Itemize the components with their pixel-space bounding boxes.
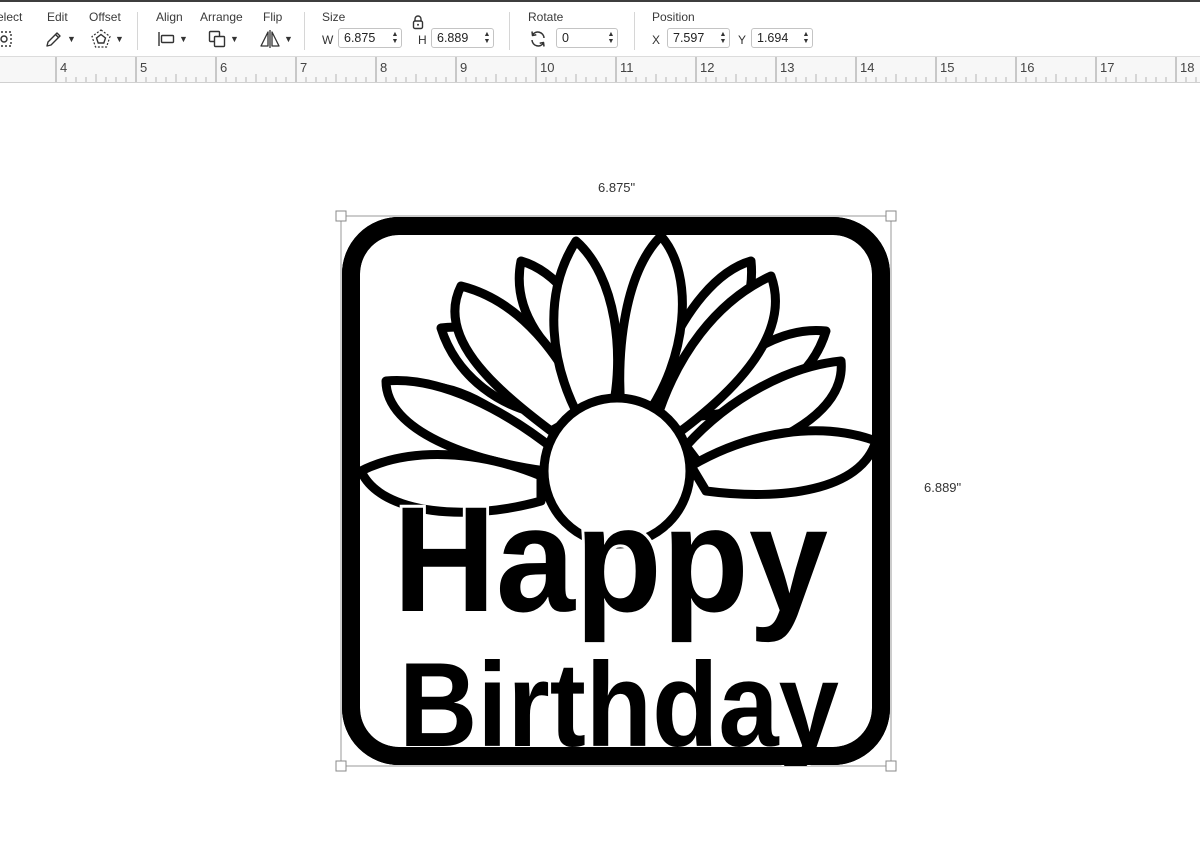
design-text-birthday: Birthday — [399, 638, 839, 766]
select-icon — [0, 28, 16, 50]
width-field[interactable]: ▲▼ — [338, 28, 402, 48]
x-stepper[interactable]: ▲ ▼ — [717, 29, 729, 47]
y-label: Y — [738, 33, 747, 47]
y-stepper[interactable]: ▲ ▼ — [800, 29, 812, 47]
toolbar-divider — [509, 12, 510, 50]
arrange-label: Arrange — [200, 10, 243, 24]
chevron-down-icon: ▼ — [284, 34, 293, 44]
top-toolbar: elect Edit ▼ Offset ▼ Align ▼ Arrange ▼ … — [0, 0, 1200, 57]
birthday-card-design[interactable]: Happy Birthday — [341, 216, 891, 766]
ruler-label: 11 — [620, 60, 634, 75]
position-label: Position — [652, 10, 695, 24]
rotate-stepper[interactable]: ▲ ▼ — [605, 29, 617, 47]
x-input[interactable] — [668, 29, 717, 47]
pencil-icon — [44, 29, 64, 49]
y-input[interactable] — [752, 29, 800, 47]
ruler-label: 5 — [140, 60, 147, 75]
rotate-label: Rotate — [528, 10, 564, 24]
select-button[interactable] — [0, 28, 16, 50]
rotate-button[interactable] — [528, 28, 548, 50]
ruler-label: 10 — [540, 60, 554, 75]
chevron-down-icon: ▼ — [67, 34, 76, 44]
ruler-label: 12 — [700, 60, 714, 75]
width-stepper[interactable]: ▲ ▼ — [389, 29, 401, 47]
toolbar-divider — [304, 12, 305, 50]
width-label: W — [322, 33, 334, 47]
height-input[interactable] — [432, 29, 481, 47]
edit-label: Edit — [47, 10, 68, 24]
offset-button[interactable]: ▼ — [90, 28, 124, 50]
ruler-label: 8 — [380, 60, 387, 75]
size-label: Size — [322, 10, 346, 24]
width-dimension-label: 6.875" — [598, 180, 636, 195]
ruler-ticks: 4 5 6 7 8 9 10 11 12 13 14 15 16 17 18 — [55, 57, 1197, 82]
chevron-down-icon: ▼ — [115, 34, 124, 44]
toolbar-divider — [137, 12, 138, 50]
flip-button[interactable]: ▼ — [259, 28, 293, 50]
ruler-label: 17 — [1100, 60, 1114, 75]
align-left-icon — [156, 29, 176, 49]
arrange-icon — [207, 29, 227, 49]
chevron-down-icon: ▼ — [179, 34, 188, 44]
rotate-field[interactable]: ▲▼ — [556, 28, 618, 48]
chevron-down-icon: ▼ — [230, 34, 239, 44]
offset-icon — [90, 28, 112, 50]
height-label: H — [418, 33, 427, 47]
x-field[interactable]: ▲▼ — [667, 28, 730, 48]
select-label: elect — [0, 10, 23, 24]
align-button[interactable]: ▼ — [156, 28, 188, 50]
edit-button[interactable]: ▼ — [44, 28, 76, 50]
ruler-label: 18 — [1180, 60, 1194, 75]
ruler-label: 6 — [220, 60, 227, 75]
ruler-label: 16 — [1020, 60, 1034, 75]
toolbar-divider — [634, 12, 635, 50]
ruler-label: 13 — [780, 60, 794, 75]
y-field[interactable]: ▲▼ — [751, 28, 813, 48]
ruler-label: 9 — [460, 60, 467, 75]
design-text-happy: Happy — [393, 475, 828, 643]
flip-label: Flip — [263, 10, 283, 24]
ruler-label: 15 — [940, 60, 954, 75]
ruler-label: 7 — [300, 60, 307, 75]
rotate-input[interactable] — [557, 29, 605, 47]
height-stepper[interactable]: ▲ ▼ — [481, 29, 493, 47]
lock-icon[interactable] — [411, 14, 425, 35]
width-input[interactable] — [339, 29, 389, 47]
height-dimension-label: 6.889" — [924, 480, 962, 495]
offset-label: Offset — [89, 10, 121, 24]
ruler-label: 4 — [60, 60, 67, 75]
flip-icon — [259, 29, 281, 49]
x-label: X — [652, 33, 661, 47]
align-label: Align — [156, 10, 183, 24]
horizontal-ruler: 4 5 6 7 8 9 10 11 12 13 14 15 16 17 18 — [0, 57, 1200, 83]
arrange-button[interactable]: ▼ — [207, 28, 239, 50]
height-field[interactable]: ▲▼ — [431, 28, 494, 48]
ruler-label: 14 — [860, 60, 874, 75]
rotate-icon — [528, 29, 548, 49]
